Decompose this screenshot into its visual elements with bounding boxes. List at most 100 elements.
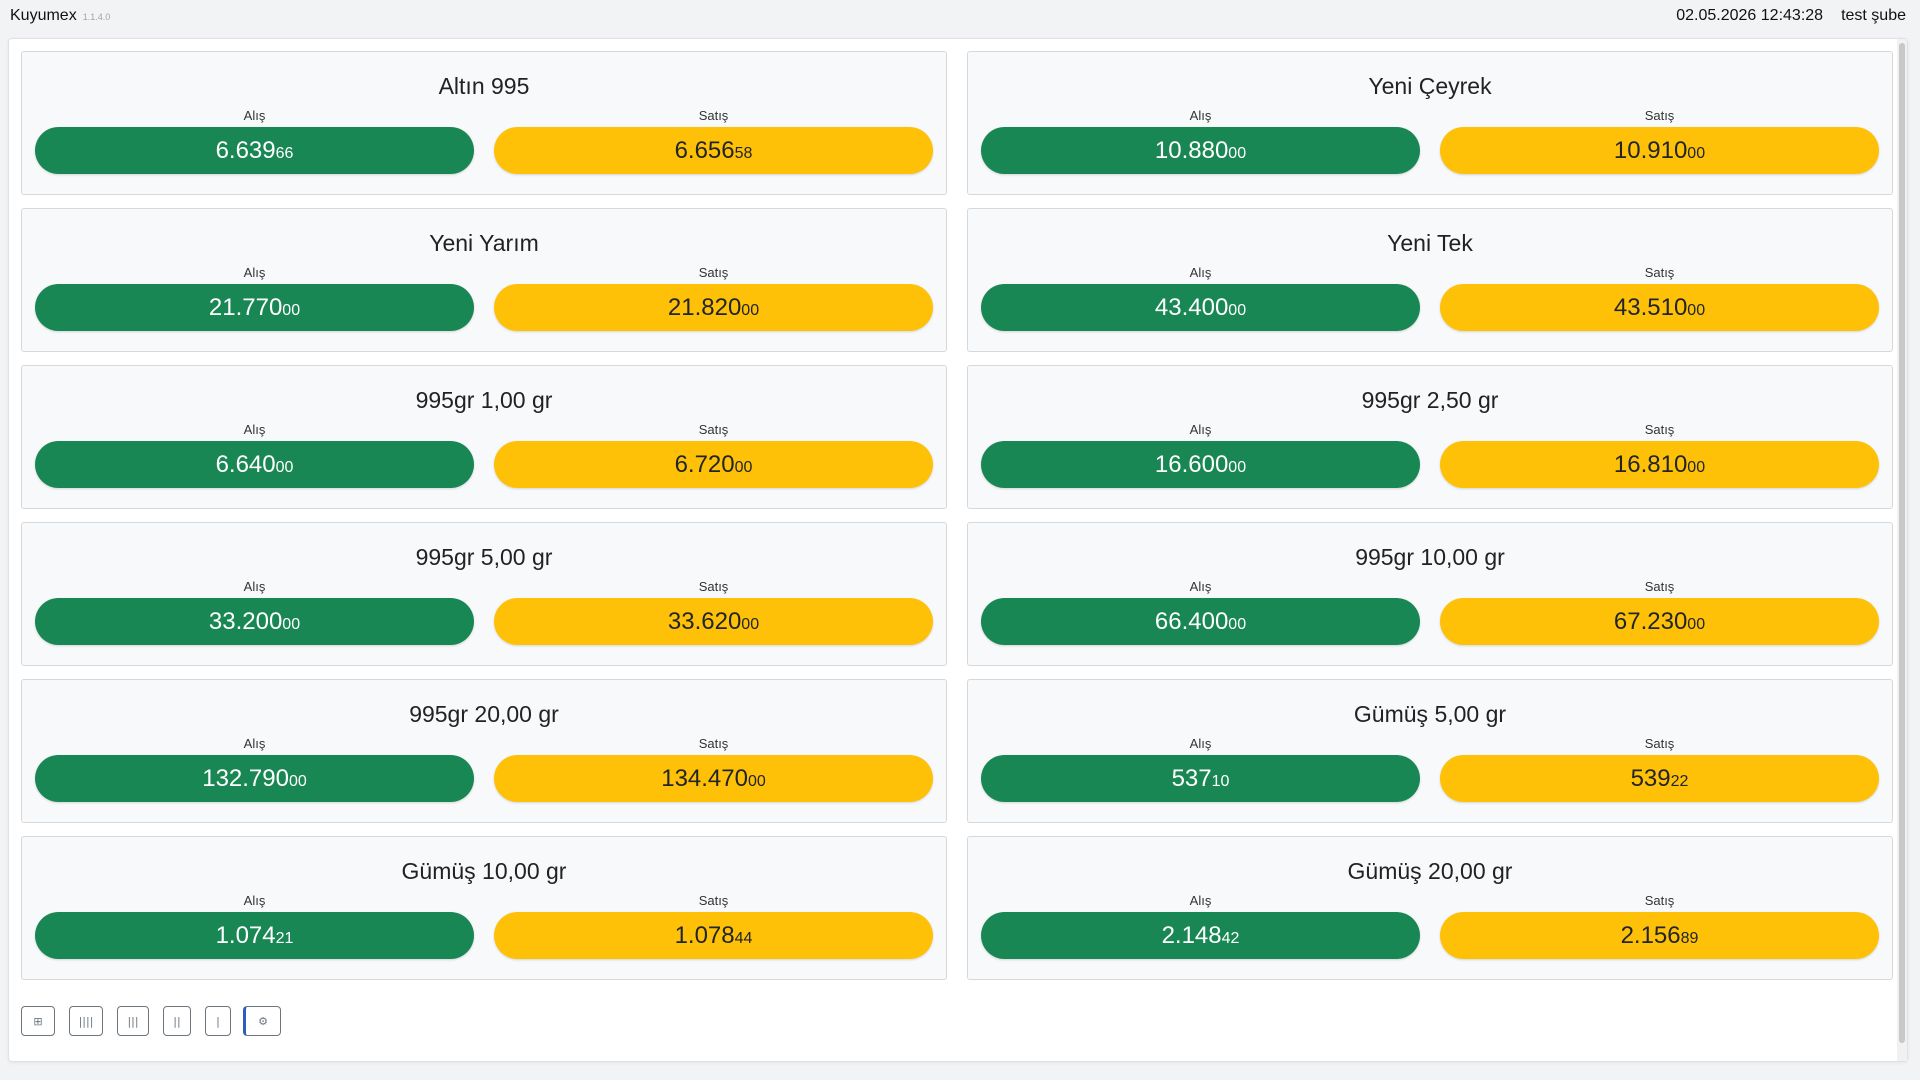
buy-price[interactable]: 6.639 66 (35, 127, 474, 174)
buy-price-integer: 2.148 (1161, 921, 1222, 949)
buy-price-integer: 10.880 (1154, 136, 1229, 164)
card-title: 995gr 2,50 gr (1361, 387, 1499, 413)
buy-column: Alış 16.600 00 (981, 422, 1420, 488)
sell-price[interactable]: 134.470 00 (494, 755, 933, 802)
sell-column: Satış 6.656 58 (494, 108, 933, 174)
sell-column: Satış 134.470 00 (494, 736, 933, 802)
sell-price[interactable]: 539 22 (1440, 755, 1879, 802)
price-card: 995gr 5,00 gr Alış 33.200 00 Satış 33.620 00 (21, 522, 947, 666)
sell-label: Satış (698, 422, 729, 437)
sell-price[interactable]: 2.156 89 (1440, 912, 1879, 959)
buy-column: Alış 6.639 66 (35, 108, 474, 174)
buy-label: Alış (1189, 736, 1212, 751)
buy-price-decimal: 00 (275, 458, 294, 476)
buy-price[interactable]: 33.200 00 (35, 598, 474, 645)
one-column-button[interactable]: | (205, 1006, 231, 1036)
sell-price-integer: 21.820 (667, 293, 742, 321)
sell-price[interactable]: 1.078 44 (494, 912, 933, 959)
buy-price-integer: 1.074 (215, 921, 276, 949)
buy-column: Alış 21.770 00 (35, 265, 474, 331)
buy-column: Alış 2.148 42 (981, 893, 1420, 959)
buy-price[interactable]: 21.770 00 (35, 284, 474, 331)
price-grid: Altın 995 Alış 6.639 66 Satış 6.656 58 Yeni Çey… (21, 51, 1893, 980)
sell-price-integer: 16.810 (1613, 450, 1688, 478)
sell-column: Satış 6.720 00 (494, 422, 933, 488)
layout-toolbar: ⊞ |||| ||| || | ⚙ (21, 1006, 295, 1036)
sell-column: Satış 539 22 (1440, 736, 1879, 802)
sell-label: Satış (1644, 893, 1675, 908)
price-card: Altın 995 Alış 6.639 66 Satış 6.656 58 (21, 51, 947, 195)
buy-price[interactable]: 16.600 00 (981, 441, 1420, 488)
vertical-scrollbar[interactable] (1897, 39, 1907, 1061)
buy-price[interactable]: 537 10 (981, 755, 1420, 802)
sell-price-decimal: 00 (1687, 144, 1706, 162)
buy-price[interactable]: 6.640 00 (35, 441, 474, 488)
sell-label: Satış (698, 108, 729, 123)
buy-price-decimal: 00 (282, 615, 301, 633)
sell-price-decimal: 58 (734, 144, 753, 162)
sell-price[interactable]: 10.910 00 (1440, 127, 1879, 174)
sell-column: Satış 1.078 44 (494, 893, 933, 959)
sell-price[interactable]: 43.510 00 (1440, 284, 1879, 331)
sell-price-decimal: 44 (734, 929, 753, 947)
buy-price-decimal: 00 (288, 772, 307, 790)
sell-label: Satış (698, 579, 729, 594)
settings-button[interactable]: ⚙ (243, 1006, 281, 1036)
sell-label: Satış (1644, 579, 1675, 594)
sell-price-integer: 10.910 (1613, 136, 1688, 164)
sell-price[interactable]: 21.820 00 (494, 284, 933, 331)
price-card: 995gr 1,00 gr Alış 6.640 00 Satış 6.720 00 (21, 365, 947, 509)
buy-price[interactable]: 132.790 00 (35, 755, 474, 802)
buy-price-integer: 66.400 (1154, 607, 1229, 635)
sell-column: Satış 2.156 89 (1440, 893, 1879, 959)
buy-price[interactable]: 43.400 00 (981, 284, 1420, 331)
sell-label: Satış (1644, 422, 1675, 437)
buy-price[interactable]: 1.074 21 (35, 912, 474, 959)
price-card: 995gr 20,00 gr Alış 132.790 00 Satış 134.470 0… (21, 679, 947, 823)
buy-label: Alış (1189, 108, 1212, 123)
sell-price[interactable]: 6.656 58 (494, 127, 933, 174)
buy-price-integer: 6.640 (215, 450, 276, 478)
card-title: Altın 995 (438, 73, 530, 99)
buy-label: Alış (1189, 579, 1212, 594)
sell-price[interactable]: 33.620 00 (494, 598, 933, 645)
main-panel: Altın 995 Alış 6.639 66 Satış 6.656 58 Yeni Çey… (8, 38, 1908, 1062)
buy-price-decimal: 00 (1228, 458, 1247, 476)
three-columns-icon: ||| (127, 1014, 139, 1028)
sell-label: Satış (698, 736, 729, 751)
buy-label: Alış (1189, 422, 1212, 437)
sell-price[interactable]: 16.810 00 (1440, 441, 1879, 488)
top-bar: Kuyumex 1.1.4.0 02.05.2026 12:43:28 test… (0, 0, 1920, 32)
one-column-icon: | (216, 1014, 220, 1028)
buy-price[interactable]: 66.400 00 (981, 598, 1420, 645)
grid-layout-button[interactable]: ⊞ (21, 1006, 55, 1036)
buy-label: Alış (1189, 265, 1212, 280)
buy-label: Alış (243, 579, 266, 594)
card-title: Gümüş 20,00 gr (1347, 858, 1513, 884)
buy-price[interactable]: 2.148 42 (981, 912, 1420, 959)
buy-label: Alış (243, 736, 266, 751)
buy-column: Alış 1.074 21 (35, 893, 474, 959)
two-columns-button[interactable]: || (163, 1006, 191, 1036)
three-columns-button[interactable]: ||| (117, 1006, 149, 1036)
buy-price-integer: 537 (1171, 764, 1212, 792)
buy-column: Alış 537 10 (981, 736, 1420, 802)
grid-icon: ⊞ (33, 1014, 43, 1028)
four-columns-button[interactable]: |||| (69, 1006, 103, 1036)
sell-label: Satış (1644, 736, 1675, 751)
card-title: Gümüş 5,00 gr (1353, 701, 1507, 727)
buy-price-integer: 21.770 (208, 293, 283, 321)
buy-column: Alış 132.790 00 (35, 736, 474, 802)
buy-column: Alış 6.640 00 (35, 422, 474, 488)
sell-price-integer: 6.720 (674, 450, 735, 478)
buy-price-integer: 132.790 (202, 764, 289, 792)
scrollbar-thumb[interactable] (1899, 43, 1905, 1043)
sell-price-integer: 33.620 (667, 607, 742, 635)
buy-label: Alış (243, 422, 266, 437)
buy-price[interactable]: 10.880 00 (981, 127, 1420, 174)
sell-price[interactable]: 6.720 00 (494, 441, 933, 488)
sell-column: Satış 21.820 00 (494, 265, 933, 331)
sell-column: Satış 43.510 00 (1440, 265, 1879, 331)
brand: Kuyumex 1.1.4.0 (10, 7, 110, 25)
sell-price[interactable]: 67.230 00 (1440, 598, 1879, 645)
